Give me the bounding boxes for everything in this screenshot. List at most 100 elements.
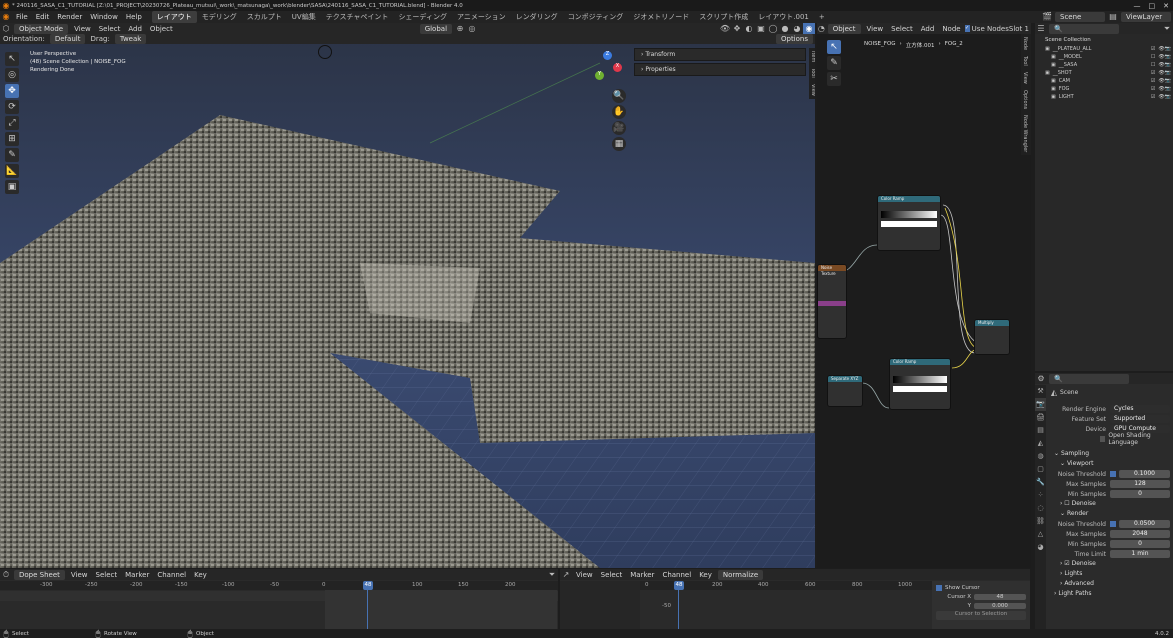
viewport-menu-object[interactable]: Object — [146, 25, 177, 33]
graph-menu-channel[interactable]: Channel — [658, 571, 695, 579]
pan-hand-icon[interactable]: ✋ — [612, 105, 626, 119]
tool-tab-icon[interactable]: ⚒ — [1035, 385, 1046, 398]
dope-playhead[interactable]: 48 — [363, 581, 373, 590]
cursor-to-selection-button[interactable]: Cursor to Selection — [936, 611, 1026, 620]
vp-noise-value[interactable]: 0.1000 — [1119, 470, 1170, 478]
graph-editor[interactable]: ↗ View Select Marker Channel Key Normalize 0… — [560, 569, 1030, 629]
view-layer-tab-icon[interactable]: ▤ — [1035, 424, 1046, 437]
dope-menu-view[interactable]: View — [67, 571, 92, 579]
workspace-tab[interactable]: モデリング — [197, 11, 242, 23]
outliner-row[interactable]: ▣ CAM ☑ 👁 📷 — [1039, 77, 1171, 85]
gizmo-icon[interactable]: ✥ — [731, 23, 743, 34]
gizmo-y[interactable]: Y — [595, 71, 604, 80]
properties-search[interactable]: 🔍 — [1049, 373, 1129, 384]
dope-sheet[interactable]: ⏱ Dope Sheet View Select Marker Channel Key … — [0, 569, 558, 629]
orientation-selector[interactable]: Default — [49, 34, 86, 44]
node-sidebar-tab[interactable]: Node — [1021, 34, 1029, 53]
close-button[interactable]: ✕ — [1159, 2, 1173, 10]
workspace-tab[interactable]: ジオメトリノード — [628, 11, 694, 23]
sidebar-tab-view[interactable]: View — [809, 81, 815, 99]
graph-menu-select[interactable]: Select — [597, 571, 627, 579]
render-engine-select[interactable]: Cycles — [1110, 405, 1170, 413]
r-noise-value[interactable]: 0.0500 — [1119, 520, 1170, 528]
transform-orientation[interactable]: Global — [419, 23, 453, 34]
r-min-value[interactable]: 0 — [1110, 540, 1170, 548]
proportional-icon[interactable]: ◎ — [466, 23, 478, 34]
workspace-tab[interactable]: レイアウト.001 — [753, 11, 814, 23]
workspace-tab[interactable]: スカルプト — [242, 11, 287, 23]
workspace-tab[interactable]: レンダリング — [511, 11, 563, 23]
minimize-button[interactable]: — — [1130, 2, 1145, 10]
vp-min-value[interactable]: 0 — [1110, 490, 1170, 498]
dope-filter-icon[interactable]: ⏷ — [546, 569, 558, 580]
blender-menu-icon[interactable]: ◉ — [0, 11, 12, 23]
render-subsection[interactable]: ⌄ Render — [1048, 509, 1170, 519]
dope-menu-select[interactable]: Select — [92, 571, 122, 579]
render-tab-icon[interactable]: 📷 — [1035, 398, 1046, 411]
3d-viewport[interactable]: ⬡ Object Mode View Select Add Object Global… — [0, 23, 815, 568]
maximize-button[interactable]: □ — [1145, 2, 1160, 10]
ortho-toggle-icon[interactable]: ▦ — [612, 137, 626, 151]
scene-tab-icon[interactable]: ◭ — [1035, 437, 1046, 450]
menu-file[interactable]: File — [12, 13, 32, 21]
dope-editor-type-icon[interactable]: ⏱ — [0, 569, 12, 580]
shading-render-icon[interactable]: ◉ — [803, 23, 815, 34]
shading-solid-icon[interactable]: ● — [779, 23, 791, 34]
feature-set-select[interactable]: Supported — [1110, 415, 1170, 423]
menu-help[interactable]: Help — [122, 13, 146, 21]
outliner[interactable]: ☰ 🔍 ⏷ Scene Collection ▣ __PLATEAU_ALL ☑ 👁 📷… — [1035, 23, 1173, 371]
render-camera-icon[interactable]: 📷 — [1165, 93, 1171, 101]
zoom-icon[interactable]: 🔍 — [612, 89, 626, 103]
graph-menu-view[interactable]: View — [572, 571, 597, 579]
xray-icon[interactable]: ▣ — [755, 23, 767, 34]
node-sidebar-tab[interactable]: View — [1021, 69, 1029, 87]
cursor-x-field[interactable]: 48 — [974, 593, 1026, 600]
node-sidebar-tab[interactable]: Options — [1021, 87, 1029, 112]
properties-type-icon[interactable]: ⚙ — [1035, 373, 1047, 384]
scene-selector[interactable]: Scene — [1055, 12, 1105, 22]
denoise-render-section[interactable]: › ☑ Denoise — [1048, 559, 1170, 569]
graph-menu-key[interactable]: Key — [695, 571, 716, 579]
sidebar-tab-tool[interactable]: Tool — [809, 65, 815, 81]
workspace-tab[interactable]: スクリプト作成 — [694, 11, 753, 23]
object-tab-icon[interactable]: ▢ — [1035, 463, 1046, 476]
show-cursor-check[interactable] — [936, 584, 942, 591]
dope-menu-key[interactable]: Key — [190, 571, 211, 579]
view-layer-selector[interactable]: ViewLayer — [1121, 12, 1171, 22]
workspace-tab[interactable]: コンポジティング — [563, 11, 629, 23]
gizmo-z[interactable]: Z — [603, 51, 612, 60]
node-sidebar-tab[interactable]: Tool — [1021, 53, 1029, 69]
rotate-tool-icon[interactable]: ⟳ — [5, 100, 19, 114]
exclude-checkbox[interactable]: ☑ — [1151, 85, 1155, 93]
lights-section[interactable]: › Lights — [1048, 569, 1170, 579]
denoise-vp-section[interactable]: › ☐ Denoise — [1048, 499, 1170, 509]
move-tool-icon[interactable]: ✥ — [5, 84, 19, 98]
light-paths-section[interactable]: › Light Paths — [1048, 589, 1170, 599]
workspace-tab[interactable]: レイアウト — [151, 11, 197, 23]
graph-editor-type-icon[interactable]: ↗ — [560, 569, 572, 580]
transform-tool-icon[interactable]: ⊞ — [5, 132, 19, 146]
render-camera-icon[interactable]: 📷 — [1165, 61, 1171, 69]
render-camera-icon[interactable]: 📷 — [1165, 85, 1171, 93]
particles-tab-icon[interactable]: ⁘ — [1035, 489, 1046, 502]
world-tab-icon[interactable]: ◍ — [1035, 450, 1046, 463]
render-camera-icon[interactable]: 📷 — [1165, 77, 1171, 85]
graph-playhead[interactable]: 48 — [674, 581, 684, 590]
workspace-tab[interactable]: アニメーション — [452, 11, 511, 23]
render-camera-icon[interactable]: 📷 — [1165, 53, 1171, 61]
menu-edit[interactable]: Edit — [32, 13, 54, 21]
outliner-row[interactable]: ▣ __PLATEAU_ALL ☑ 👁 📷 — [1039, 45, 1171, 53]
outliner-row[interactable]: ▣ LIGHT ☑ 👁 📷 — [1039, 93, 1171, 101]
render-camera-icon[interactable]: 📷 — [1165, 69, 1171, 77]
graph-menu-marker[interactable]: Marker — [626, 571, 658, 579]
viewport-menu-view[interactable]: View — [70, 25, 95, 33]
r-noise-check[interactable] — [1110, 521, 1116, 527]
shading-wire-icon[interactable]: ◯ — [767, 23, 779, 34]
exclude-checkbox[interactable]: ☑ — [1151, 69, 1155, 77]
sidebar-tab-item[interactable]: Item — [809, 48, 815, 65]
r-time-value[interactable]: 1 min — [1110, 550, 1170, 558]
multiply-node[interactable]: Multiply — [974, 319, 1010, 355]
properties-editor[interactable]: ⚙ 🔍 ⚒ 📷 🖨 ▤ ◭ ◍ ▢ 🔧 ⁘ ◌ ⛓ △ ◕ ◭ Scene Ren… — [1035, 373, 1173, 629]
outliner-row[interactable]: ▣ __SASA ☐ 👁 📷 — [1039, 61, 1171, 69]
outliner-type-icon[interactable]: ☰ — [1035, 23, 1047, 34]
